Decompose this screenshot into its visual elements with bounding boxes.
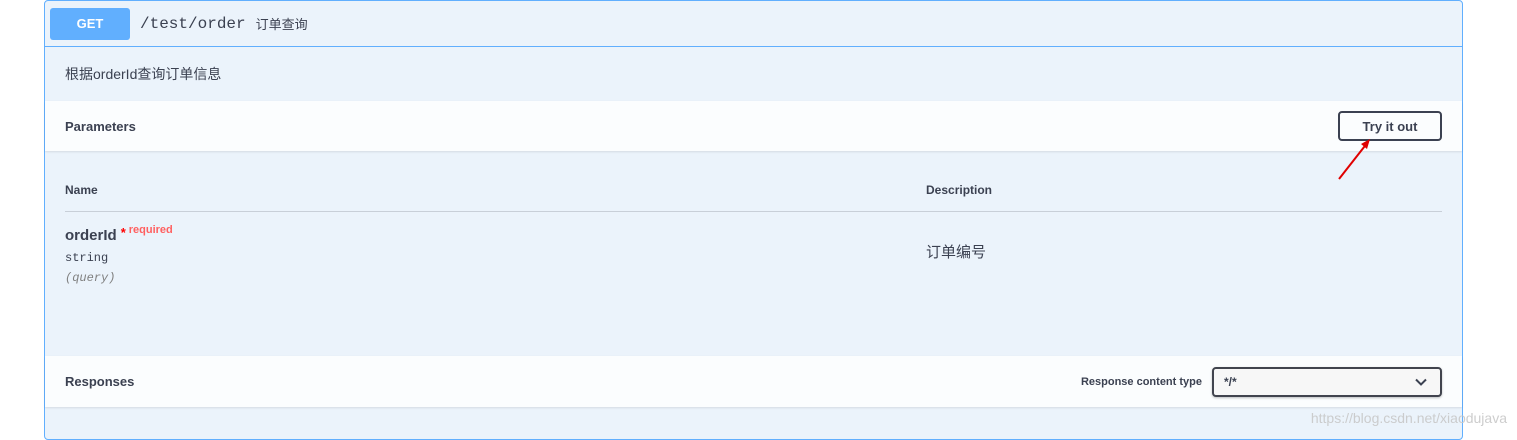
chevron-down-icon: [1415, 378, 1427, 386]
required-star: *: [120, 225, 126, 240]
response-content-type-label: Response content type: [1080, 375, 1202, 388]
response-content-type-select[interactable]: */*: [1212, 366, 1442, 397]
operation-summary[interactable]: GET /test/order 订单查询: [45, 1, 1462, 47]
parameter-name-cell: orderId * required: [65, 224, 173, 244]
response-content-type-value: */*: [1224, 374, 1237, 389]
parameter-type: string: [65, 251, 109, 265]
parameters-header: Parameters Try it out: [45, 101, 1462, 151]
parameter-row: orderId * required string (query) 订单编号: [65, 219, 1442, 299]
parameter-description: 订单编号: [926, 244, 987, 261]
watermark: https://blog.csdn.net/xiaodujava: [1310, 410, 1507, 426]
parameter-location: (query): [65, 271, 116, 285]
parameters-table-header: Name Description: [65, 171, 1442, 212]
parameters-title: Parameters: [65, 118, 136, 134]
required-label: required: [128, 224, 173, 236]
operation-path: /test/order: [140, 14, 246, 33]
column-name: Name: [65, 183, 98, 197]
operation-description-text: 根据orderId查询订单信息: [65, 65, 222, 82]
parameter-name: orderId: [65, 227, 117, 244]
responses-title: Responses: [65, 374, 135, 389]
annotation-arrow-icon: [1338, 139, 1370, 180]
method-badge: GET: [50, 7, 130, 40]
column-description: Description: [926, 183, 993, 197]
operation-description: 根据orderId查询订单信息: [45, 47, 1462, 100]
operation-block: GET /test/order 订单查询 根据orderId查询订单信息 Par…: [44, 0, 1463, 440]
response-content-type: Response content type */*: [1080, 366, 1442, 397]
operation-summary-text: 订单查询: [255, 17, 308, 32]
responses-header: Responses Response content type */*: [45, 356, 1462, 407]
